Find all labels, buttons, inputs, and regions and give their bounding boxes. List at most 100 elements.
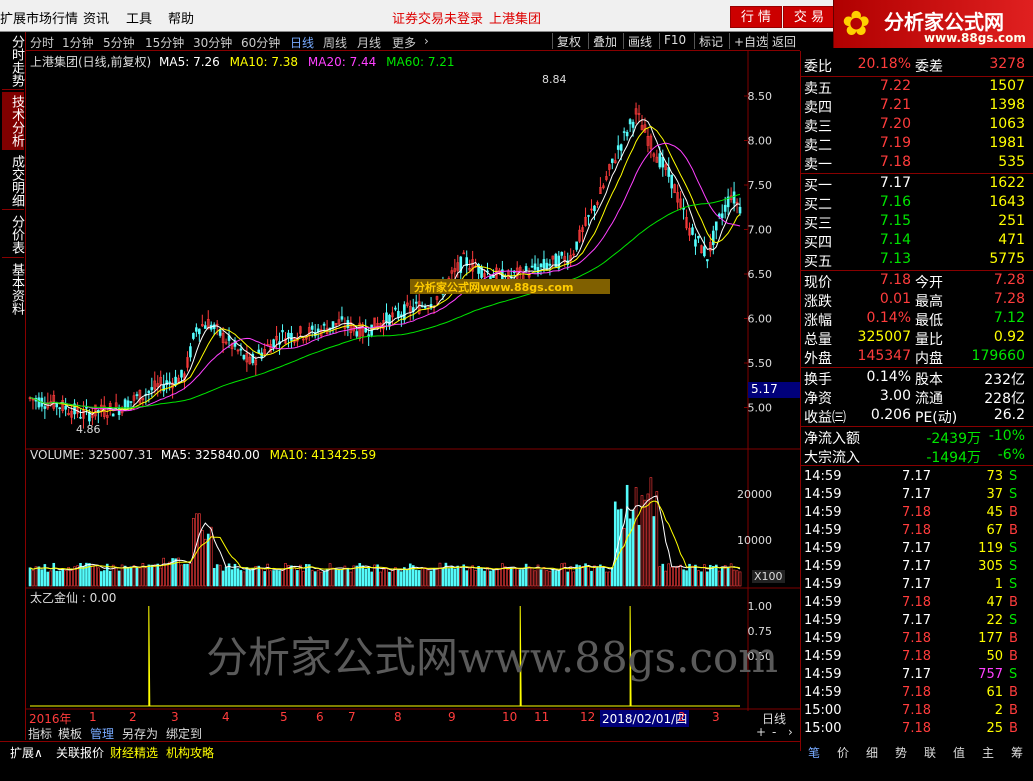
- volume-bar: [435, 568, 439, 587]
- volume-bar: [551, 568, 555, 587]
- candle-body: [239, 348, 243, 351]
- chevron-right-icon[interactable]: ›: [424, 34, 429, 48]
- period-30min[interactable]: 30分钟: [193, 34, 232, 51]
- menu-tools[interactable]: 工具: [126, 8, 152, 27]
- tick-price: 7.17: [902, 613, 931, 628]
- candle-body: [129, 401, 133, 403]
- status-related-quotes[interactable]: 关联报价: [56, 744, 104, 761]
- tab-manage[interactable]: 管理: [90, 725, 114, 742]
- candle-body: [610, 158, 614, 163]
- volume-bar: [521, 569, 525, 587]
- volume-bar: [610, 566, 614, 587]
- tick-time: 14:59: [804, 505, 842, 520]
- menu-help[interactable]: 帮助: [168, 8, 194, 27]
- quote-tab[interactable]: 联: [924, 744, 936, 761]
- mark-button[interactable]: 标记: [694, 33, 723, 49]
- volume-bar: [459, 567, 463, 587]
- tab-template[interactable]: 模板: [58, 725, 82, 742]
- kline-chart[interactable]: 8.50 8.00 7.50 7.00 6.50 6.00 5.50 5.00 20000 100…: [26, 51, 800, 711]
- bid-price: 7.16: [879, 194, 911, 210]
- volume-bar: [557, 569, 561, 587]
- volume-bar: [590, 570, 593, 587]
- tab-fundamentals[interactable]: 基本资料: [2, 260, 24, 318]
- quote-button[interactable]: 行 情: [730, 6, 782, 28]
- status-institution-strategy[interactable]: 机构攻略: [166, 744, 214, 761]
- candle-body: [628, 119, 632, 125]
- trade-button[interactable]: 交 易: [783, 6, 835, 28]
- zoom-out-icon[interactable]: -: [772, 725, 776, 739]
- volume-bar: [183, 563, 186, 587]
- period-15min[interactable]: 15分钟: [145, 34, 184, 51]
- quote-tab[interactable]: 笔: [808, 744, 820, 761]
- menu-extended-market[interactable]: 扩展市场行情: [0, 8, 78, 27]
- quote-tab[interactable]: 势: [895, 744, 907, 761]
- volume-legend-value: VOLUME: 325007.31: [30, 448, 153, 462]
- tab-intraday[interactable]: 分时走势: [2, 32, 24, 90]
- volume-bar: [221, 570, 225, 587]
- period-timeshare[interactable]: 分时: [30, 34, 54, 51]
- tick-volume: 305: [978, 559, 1003, 574]
- stat-row: 涨跌 0.01 最高 7.28: [801, 291, 1033, 310]
- period-1min[interactable]: 1分钟: [62, 34, 94, 51]
- indicator-legend: 太乙金仙 : 0.00: [30, 591, 117, 605]
- add-watchlist-button[interactable]: +自选: [729, 33, 768, 49]
- period-weekly[interactable]: 周线: [323, 34, 347, 51]
- date-axis-month: 4: [222, 710, 230, 724]
- volume-bar: [40, 569, 44, 587]
- menu-news[interactable]: 资讯: [83, 8, 109, 27]
- stat-value: 7.12: [993, 310, 1025, 326]
- ask-volume: 1507: [989, 78, 1025, 94]
- volume-bar: [634, 487, 638, 587]
- candle-body: [622, 131, 626, 133]
- quote-tab[interactable]: 筹: [1011, 744, 1023, 761]
- draw-button[interactable]: 画线: [623, 33, 652, 49]
- period-more[interactable]: 更多: [392, 34, 416, 51]
- tab-save-as[interactable]: 另存为: [122, 725, 158, 742]
- tab-technical-analysis[interactable]: 技术分析: [2, 92, 24, 150]
- overlay-button[interactable]: 叠加: [588, 33, 617, 49]
- tab-trade-details[interactable]: 成交明细: [2, 152, 24, 210]
- quote-tab[interactable]: 细: [866, 744, 878, 761]
- left-vertical-tabs: 分时走势 技术分析 成交明细 分价表 基本资料: [0, 32, 26, 740]
- candle-body: [711, 230, 715, 246]
- quote-tab[interactable]: 值: [953, 744, 965, 761]
- tick-time: 14:59: [804, 613, 842, 628]
- volume-bar: [462, 564, 466, 587]
- volume-bar: [465, 570, 469, 587]
- status-finance-picks[interactable]: 财经精选: [110, 744, 158, 761]
- tick-volume: 47: [986, 595, 1003, 610]
- tab-indicator[interactable]: 指标: [28, 725, 52, 742]
- bid-price: 7.14: [879, 232, 911, 248]
- tick-row: 14:59 7.18 50 B: [801, 649, 1033, 667]
- period-60min[interactable]: 60分钟: [241, 34, 280, 51]
- tick-side: B: [1009, 523, 1018, 538]
- quote-tab[interactable]: 价: [837, 744, 849, 761]
- adjust-button[interactable]: 复权: [552, 33, 581, 49]
- stat-value: 7.28: [993, 291, 1025, 307]
- period-daily[interactable]: 日线: [290, 34, 314, 51]
- period-5min[interactable]: 5分钟: [103, 34, 135, 51]
- status-expand[interactable]: 扩展∧: [10, 744, 43, 761]
- zoom-in-icon[interactable]: +: [756, 725, 766, 739]
- back-button[interactable]: 返回: [767, 33, 796, 49]
- period-monthly[interactable]: 月线: [357, 34, 381, 51]
- volume-bar: [269, 570, 272, 587]
- volume-bar: [168, 561, 171, 587]
- quote-tab[interactable]: 主: [982, 744, 994, 761]
- scroll-right-icon[interactable]: ›: [788, 725, 793, 739]
- volume-bar: [572, 571, 575, 587]
- f10-button[interactable]: F10: [659, 33, 686, 49]
- tab-price-table[interactable]: 分价表: [2, 212, 24, 258]
- candle-body: [58, 407, 62, 410]
- volume-bar: [732, 569, 736, 587]
- volume-bar: [239, 570, 243, 587]
- candle-body: [560, 252, 564, 256]
- stat-label: 内盘: [915, 351, 943, 367]
- volume-bar: [676, 565, 679, 587]
- ask-volume: 1981: [989, 135, 1025, 151]
- volume-bar: [501, 563, 504, 587]
- ask-row: 卖四 7.21 1398: [801, 97, 1033, 116]
- ask-row: 卖五 7.22 1507: [801, 78, 1033, 97]
- login-notice[interactable]: 证券交易未登录: [392, 8, 483, 27]
- tab-bind-to[interactable]: 绑定到: [166, 725, 202, 742]
